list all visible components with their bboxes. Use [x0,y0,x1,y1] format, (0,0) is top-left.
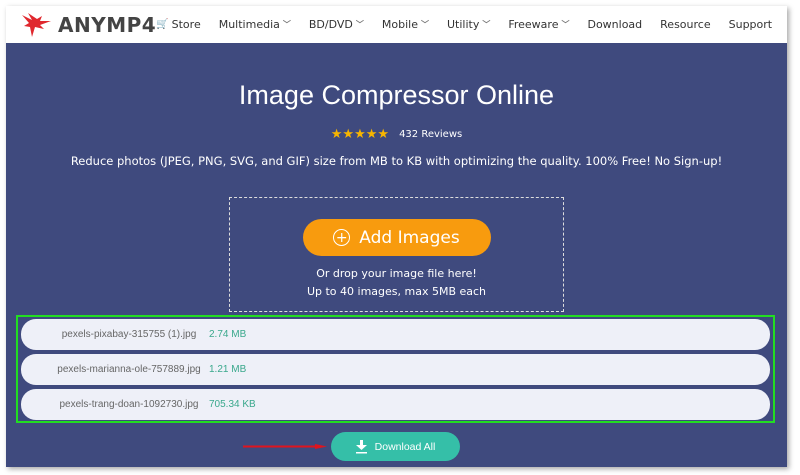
download-icon [355,439,367,453]
nav-bd-dvd[interactable]: BD/DVD ﹀ [309,18,364,31]
drop-hint: Or drop your image file here! Up to 40 i… [230,265,563,301]
add-images-label: Add Images [359,227,460,248]
chevron-down-icon: ﹀ [282,20,291,29]
limit-hint-text: Up to 40 images, max 5MB each [306,285,487,298]
chevron-down-icon: ﹀ [482,20,491,29]
site-header: ANYMP4 🛒 Store Multimedia ﹀ BD/DVD ﹀ Mobile… [6,6,787,43]
download-all-button[interactable]: Download All [331,432,460,461]
red-arrow-annotation-icon [243,444,327,449]
drop-hint-text: Or drop your image file here! [316,267,477,280]
file-name: pexels-pixabay-315755 (1).jpg [61,329,197,340]
compressor-panel: Image Compressor Online ★★★★★ 432 Review… [6,43,787,467]
description: Reduce photos (JPEG, PNG, SVG, and GIF) … [70,154,723,168]
plus-circle-icon: + [333,229,351,246]
nav-label: Multimedia [218,18,280,31]
nav-label: Freeware [508,18,559,31]
nav-multimedia[interactable]: Multimedia ﹀ [219,18,291,31]
review-count[interactable]: 432 Reviews [399,129,462,140]
chevron-down-icon: ﹀ [561,20,570,29]
nav-store[interactable]: 🛒 Store [156,18,201,31]
star-rating-icon: ★★★★★ [330,127,390,142]
main-nav: 🛒 Store Multimedia ﹀ BD/DVD ﹀ Mobile ﹀ Utili… [156,18,772,31]
file-size: 705.34 KB [209,399,256,410]
chevron-down-icon: ﹀ [355,20,364,29]
nav-label: BD/DVD [308,18,353,31]
rating: ★★★★★ 432 Reviews [6,127,787,142]
drop-zone[interactable]: + Add Images Or drop your image file her… [229,197,564,312]
file-size: 1.21 MB [209,364,247,375]
flame-logo-icon [22,12,51,37]
nav-freeware[interactable]: Freeware ﹀ [508,18,569,31]
download-all-label: Download All [374,440,436,453]
cart-icon: 🛒 [156,19,169,30]
nav-label: Mobile [381,18,418,31]
file-list: pexels-pixabay-315755 (1).jpg 2.74 MB pex… [16,315,775,423]
file-row: pexels-pixabay-315755 (1).jpg 2.74 MB [21,319,770,350]
browser-window: ANYMP4 🛒 Store Multimedia ﹀ BD/DVD ﹀ Mobile… [6,6,787,467]
brand-name: ANYMP4 [58,12,157,37]
nav-utility[interactable]: Utility ﹀ [447,18,490,31]
page-title: Image Compressor Online [238,80,555,110]
file-row: pexels-marianna-ole-757889.jpg 1.21 MB [21,354,770,385]
file-name: pexels-marianna-ole-757889.jpg [57,364,201,375]
chevron-down-icon: ﹀ [420,20,429,29]
nav-resource[interactable]: Resource [660,18,710,31]
logo[interactable]: ANYMP4 [20,12,156,38]
file-row: pexels-trang-doan-1092730.jpg 705.34 KB [21,389,770,420]
nav-label: Store [171,18,201,31]
file-name: pexels-trang-doan-1092730.jpg [59,399,199,410]
add-images-button[interactable]: + Add Images [302,219,491,256]
nav-download[interactable]: Download [587,18,642,31]
nav-mobile[interactable]: Mobile ﹀ [382,18,429,31]
file-size: 2.74 MB [209,329,247,340]
nav-support[interactable]: Support [729,18,772,31]
nav-label: Utility [446,18,480,31]
